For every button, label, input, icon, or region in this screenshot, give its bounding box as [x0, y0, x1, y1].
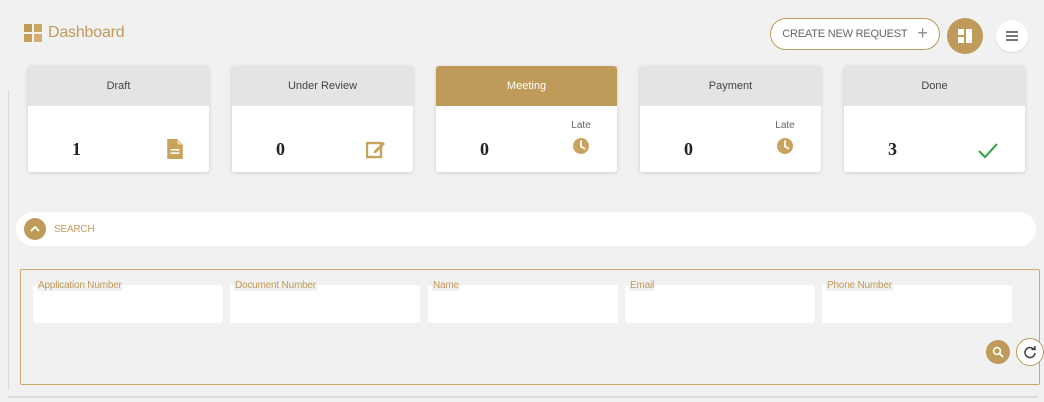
- document-number-input[interactable]: [230, 285, 420, 323]
- check-icon: [978, 143, 998, 159]
- card-title: Draft: [28, 66, 209, 106]
- search-button[interactable]: [986, 340, 1010, 364]
- card-count: 3: [888, 139, 897, 159]
- phone-number-field[interactable]: Phone Number: [822, 280, 1012, 323]
- page-title: Dashboard: [48, 24, 125, 41]
- email-input[interactable]: [625, 285, 815, 323]
- status-card-draft[interactable]: Draft 1: [28, 66, 209, 172]
- phone-number-input[interactable]: [822, 285, 1012, 323]
- refresh-icon: [1024, 346, 1036, 359]
- status-card-under-review[interactable]: Under Review 0: [232, 66, 413, 172]
- grid-view-icon: [958, 29, 972, 43]
- clock-icon: [777, 138, 793, 154]
- status-card-payment[interactable]: Payment Late 0: [640, 66, 821, 172]
- create-new-request-label: CREATE NEW REQUEST: [782, 28, 908, 40]
- edit-icon: [366, 141, 385, 159]
- status-card-meeting[interactable]: Meeting Late 0: [436, 66, 617, 172]
- dashboard-icon: [24, 24, 42, 42]
- plus-icon: +: [917, 23, 928, 43]
- status-card-done[interactable]: Done 3: [844, 66, 1025, 172]
- card-title: Meeting: [436, 66, 617, 106]
- card-count: 0: [684, 139, 693, 159]
- chevron-up-icon[interactable]: [24, 218, 46, 240]
- reset-button[interactable]: [1016, 338, 1044, 366]
- card-count: 0: [480, 139, 489, 159]
- search-icon: [992, 346, 1004, 358]
- late-label: Late: [571, 120, 591, 131]
- search-filter-panel: Application Number Document Number Name …: [20, 269, 1044, 385]
- late-label: Late: [775, 120, 795, 131]
- divider: [8, 396, 1038, 398]
- application-number-field[interactable]: Application Number: [33, 280, 223, 323]
- grid-view-button[interactable]: [947, 18, 983, 54]
- card-count: 0: [276, 139, 285, 159]
- divider: [8, 90, 9, 390]
- name-input[interactable]: [428, 285, 618, 323]
- name-field[interactable]: Name: [428, 280, 618, 323]
- list-view-icon: [1006, 29, 1018, 43]
- search-toggle-bar[interactable]: SEARCH: [16, 212, 1036, 246]
- document-number-field[interactable]: Document Number: [230, 280, 420, 323]
- card-title: Under Review: [232, 66, 413, 106]
- email-field[interactable]: Email: [625, 280, 815, 323]
- page-header: Dashboard: [24, 24, 125, 42]
- list-view-button[interactable]: [996, 20, 1028, 52]
- card-title: Done: [844, 66, 1025, 106]
- dashboard-page: Dashboard CREATE NEW REQUEST + Draft 1 U…: [0, 0, 1044, 402]
- clock-icon: [573, 138, 589, 154]
- card-title: Payment: [640, 66, 821, 106]
- create-new-request-button[interactable]: CREATE NEW REQUEST +: [770, 18, 940, 50]
- document-icon: [167, 139, 183, 159]
- search-label: SEARCH: [54, 223, 95, 235]
- application-number-input[interactable]: [33, 285, 223, 323]
- card-count: 1: [72, 139, 81, 159]
